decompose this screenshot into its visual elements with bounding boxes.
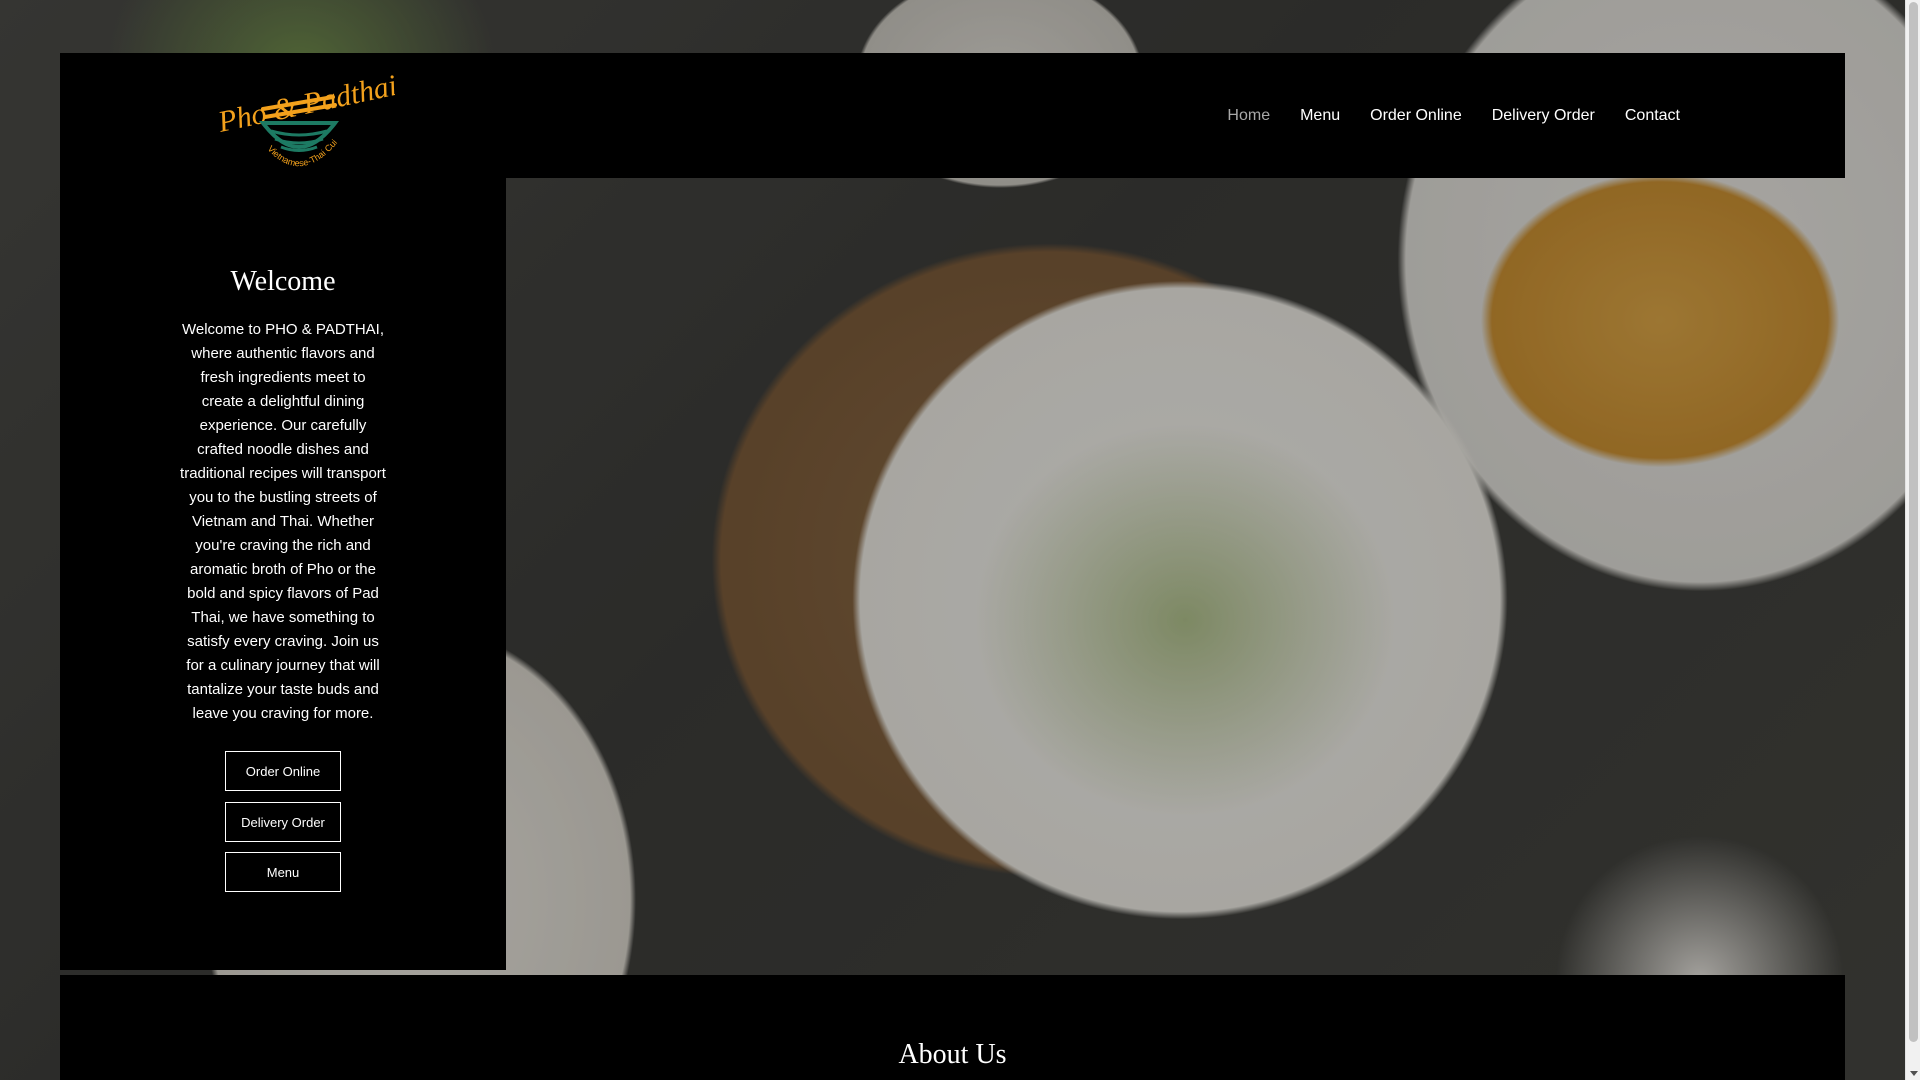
order-online-button[interactable]: Order Online (225, 751, 341, 791)
nav-contact[interactable]: Contact (1610, 107, 1695, 125)
welcome-text: Welcome to PHO & PADTHAI, where authenti… (180, 321, 386, 722)
page-scrollbar[interactable] (1905, 0, 1920, 1080)
pho-padthai-logo[interactable]: Pho & Padthai Vietnamese-Thai Cuisine (202, 53, 399, 171)
scroll-down-arrow-icon[interactable] (1910, 1071, 1918, 1076)
about-section: About Us (60, 975, 1845, 1080)
nav-menu[interactable]: Menu (1285, 107, 1355, 125)
main-nav: Home Menu Order Online Delivery Order Co… (1212, 53, 1695, 178)
nav-home[interactable]: Home (1212, 107, 1285, 125)
menu-button[interactable]: Menu (225, 852, 341, 892)
noodle-bowl-logo-icon: Pho & Padthai Vietnamese-Thai Cuisine (202, 53, 399, 168)
welcome-title: Welcome (230, 266, 336, 297)
scrollbar-thumb[interactable] (1909, 2, 1918, 1042)
welcome-panel: Welcome Welcome to PHO & PADTHAI, where … (60, 178, 506, 970)
delivery-order-button[interactable]: Delivery Order (225, 802, 341, 842)
nav-order-online[interactable]: Order Online (1355, 107, 1477, 125)
about-title: About Us (898, 1039, 1007, 1070)
nav-delivery-order[interactable]: Delivery Order (1477, 107, 1610, 125)
site-header: Pho & Padthai Vietnamese-Thai Cuisine Ho… (60, 53, 1845, 178)
